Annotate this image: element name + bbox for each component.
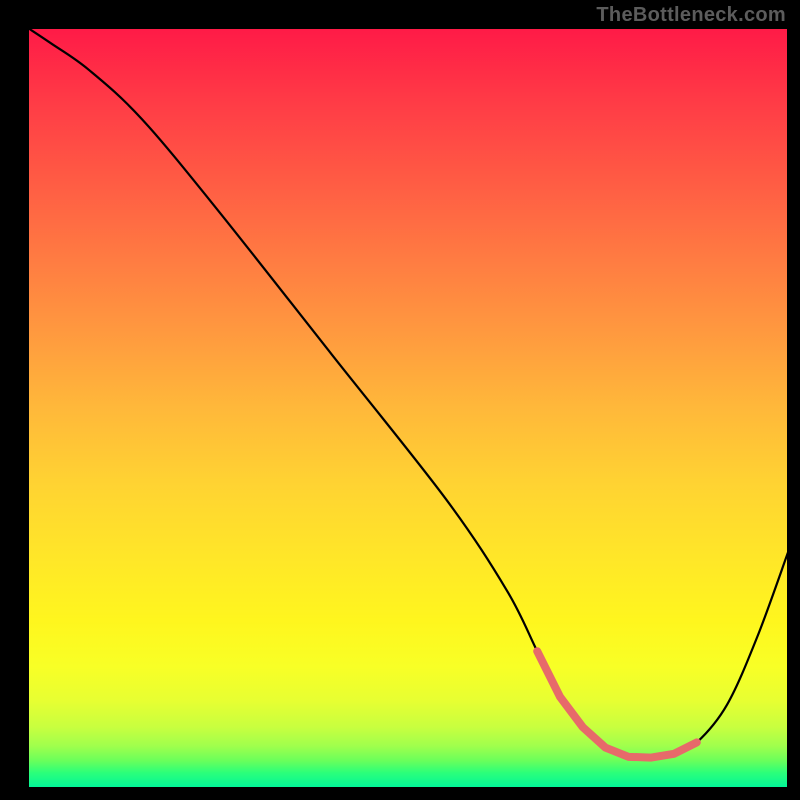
- watermark-text: TheBottleneck.com: [596, 4, 786, 27]
- chart-stage: TheBottleneck.com: [0, 0, 800, 800]
- gradient-background: [28, 28, 788, 788]
- bottleneck-chart: [0, 0, 800, 800]
